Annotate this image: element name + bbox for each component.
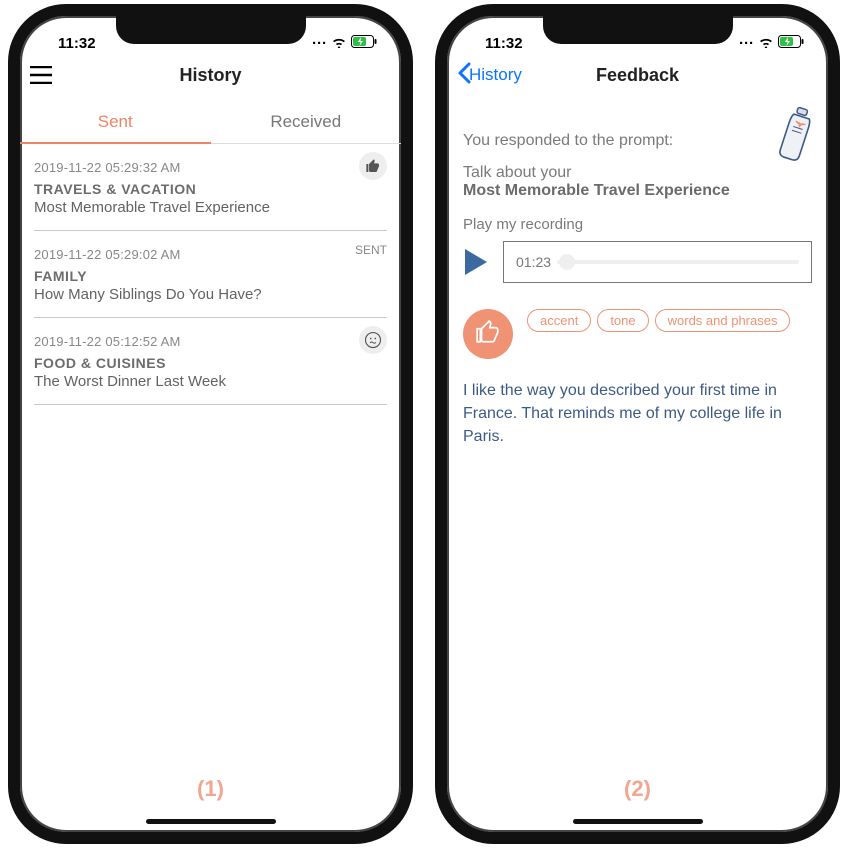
row-timestamp: 2019-11-22 05:29:32 AM <box>34 160 387 175</box>
chip-tone[interactable]: tone <box>597 309 648 332</box>
figure-label: (1) <box>20 776 401 802</box>
back-button[interactable]: History <box>457 62 522 89</box>
notch <box>116 14 306 44</box>
feedback-body: You responded to the prompt: Talk about … <box>447 96 828 469</box>
feedback-chips: accent tone words and phrases <box>527 309 790 332</box>
nav-bar-feedback: History Feedback <box>447 54 828 96</box>
wifi-icon <box>331 35 347 52</box>
row-timestamp: 2019-11-22 05:29:02 AM <box>34 247 387 262</box>
phone-history: 11:32 ··· History Sent Received <box>8 4 413 844</box>
play-button[interactable] <box>463 247 489 277</box>
feedback-comment: I like the way you described your first … <box>463 379 812 449</box>
home-indicator[interactable] <box>573 819 703 824</box>
play-icon <box>463 247 489 277</box>
wifi-icon <box>758 35 774 52</box>
face-confused-icon <box>359 326 387 354</box>
chip-accent[interactable]: accent <box>527 309 591 332</box>
feedback-rating-cluster: accent tone words and phrases <box>463 309 812 359</box>
battery-icon <box>778 35 804 52</box>
battery-icon <box>351 35 377 52</box>
thumbs-up-icon <box>359 152 387 180</box>
menu-button[interactable] <box>30 66 52 84</box>
chevron-left-icon <box>457 62 469 89</box>
history-list: 2019-11-22 05:29:32 AM TRAVELS & VACATIO… <box>20 144 401 405</box>
track-thumb[interactable] <box>559 254 575 270</box>
status-time: 11:32 <box>58 35 96 52</box>
tab-received[interactable]: Received <box>211 102 402 143</box>
bottle-icon <box>778 104 816 169</box>
page-title: History <box>179 65 241 86</box>
prompt-prefix: Talk about your <box>463 164 812 182</box>
cellular-dots-icon: ··· <box>739 35 754 52</box>
history-tabs: Sent Received <box>20 102 401 144</box>
row-title: How Many Siblings Do You Have? <box>34 286 387 303</box>
row-timestamp: 2019-11-22 05:12:52 AM <box>34 334 387 349</box>
cellular-dots-icon: ··· <box>312 35 327 52</box>
page-title: Feedback <box>596 65 679 86</box>
tab-sent[interactable]: Sent <box>20 102 211 144</box>
row-title: The Worst Dinner Last Week <box>34 373 387 390</box>
list-item[interactable]: 2019-11-22 05:29:32 AM TRAVELS & VACATIO… <box>34 144 387 231</box>
track-progress-bar[interactable] <box>557 260 799 264</box>
hamburger-icon <box>30 66 52 84</box>
thumbs-up-icon <box>475 319 501 350</box>
row-title: Most Memorable Travel Experience <box>34 199 387 216</box>
track-time: 01:23 <box>516 254 551 270</box>
prompt-intro: You responded to the prompt: <box>463 132 812 150</box>
row-category: TRAVELS & VACATION <box>34 181 387 197</box>
list-item[interactable]: 2019-11-22 05:12:52 AM FOOD & CUISINES T… <box>34 318 387 405</box>
home-indicator[interactable] <box>146 819 276 824</box>
notch <box>543 14 733 44</box>
audio-player: 01:23 <box>463 241 812 283</box>
back-label: History <box>469 65 522 85</box>
status-badge: SENT <box>355 243 387 257</box>
figure-label: (2) <box>447 776 828 802</box>
list-item[interactable]: 2019-11-22 05:29:02 AM FAMILY How Many S… <box>34 231 387 318</box>
row-category: FAMILY <box>34 268 387 284</box>
rating-thumbs-up[interactable] <box>463 309 513 359</box>
row-category: FOOD & CUISINES <box>34 355 387 371</box>
phone-feedback: 11:32 ··· History Feedback <box>435 4 840 844</box>
play-recording-label: Play my recording <box>463 216 812 233</box>
nav-bar-history: History <box>20 54 401 96</box>
prompt-topic: Most Memorable Travel Experience <box>463 182 812 200</box>
audio-track[interactable]: 01:23 <box>503 241 812 283</box>
chip-words-phrases[interactable]: words and phrases <box>655 309 791 332</box>
status-time: 11:32 <box>485 35 523 52</box>
